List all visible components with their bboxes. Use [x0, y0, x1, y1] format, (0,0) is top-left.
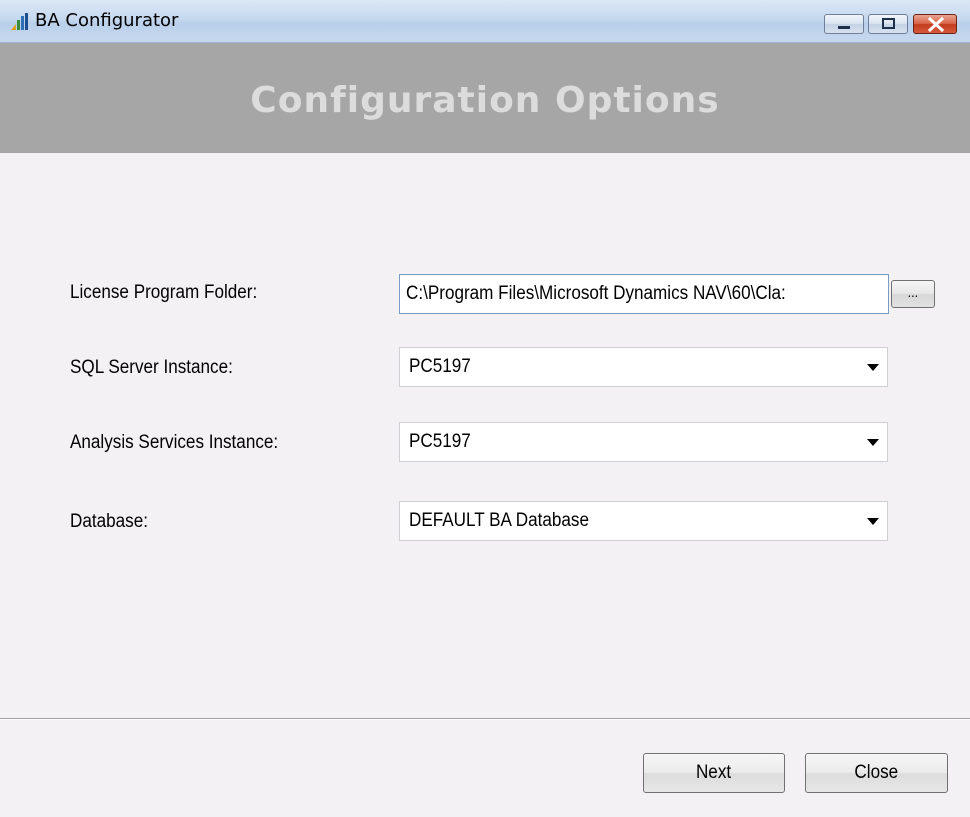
footer-divider-highlight	[0, 719, 970, 720]
chevron-down-icon[interactable]	[867, 518, 879, 525]
analysis-services-instance-label: Analysis Services Instance:	[70, 432, 279, 453]
analysis-services-instance-value: PC5197	[409, 431, 471, 452]
bar-chart-app-icon	[10, 12, 30, 32]
sql-server-instance-select[interactable]: PC5197	[399, 347, 888, 387]
configurator-window: BA Configurator Configuration Options Li…	[0, 0, 970, 817]
close-button[interactable]: Close	[805, 753, 948, 793]
maximize-button[interactable]	[868, 14, 908, 34]
next-button[interactable]: Next	[643, 753, 785, 793]
close-icon	[927, 16, 945, 33]
analysis-services-instance-select[interactable]: PC5197	[399, 422, 888, 462]
browse-button-label: ...	[907, 284, 919, 300]
license-program-folder-input[interactable]: C:\Program Files\Microsoft Dynamics NAV\…	[399, 274, 889, 314]
license-program-folder-value: C:\Program Files\Microsoft Dynamics NAV\…	[406, 283, 786, 304]
sql-server-instance-label: SQL Server Instance:	[70, 357, 233, 378]
database-select[interactable]: DEFAULT BA Database	[399, 501, 888, 541]
header-banner: Configuration Options	[0, 43, 970, 153]
database-value: DEFAULT BA Database	[409, 510, 589, 531]
maximize-icon	[882, 18, 895, 29]
chevron-down-icon[interactable]	[867, 439, 879, 446]
license-program-folder-label: License Program Folder:	[70, 282, 258, 303]
window-title: BA Configurator	[35, 10, 179, 31]
next-button-label: Next	[696, 762, 732, 783]
title-bar[interactable]: BA Configurator	[0, 0, 970, 43]
close-button-label: Close	[854, 762, 899, 783]
close-window-button[interactable]	[913, 14, 957, 34]
page-title: Configuration Options	[250, 80, 720, 121]
browse-folder-button[interactable]: ...	[891, 280, 935, 308]
minimize-button[interactable]	[824, 14, 864, 34]
chevron-down-icon[interactable]	[867, 364, 879, 371]
database-label: Database:	[70, 511, 148, 532]
minimize-icon	[838, 26, 850, 29]
sql-server-instance-value: PC5197	[409, 356, 471, 377]
